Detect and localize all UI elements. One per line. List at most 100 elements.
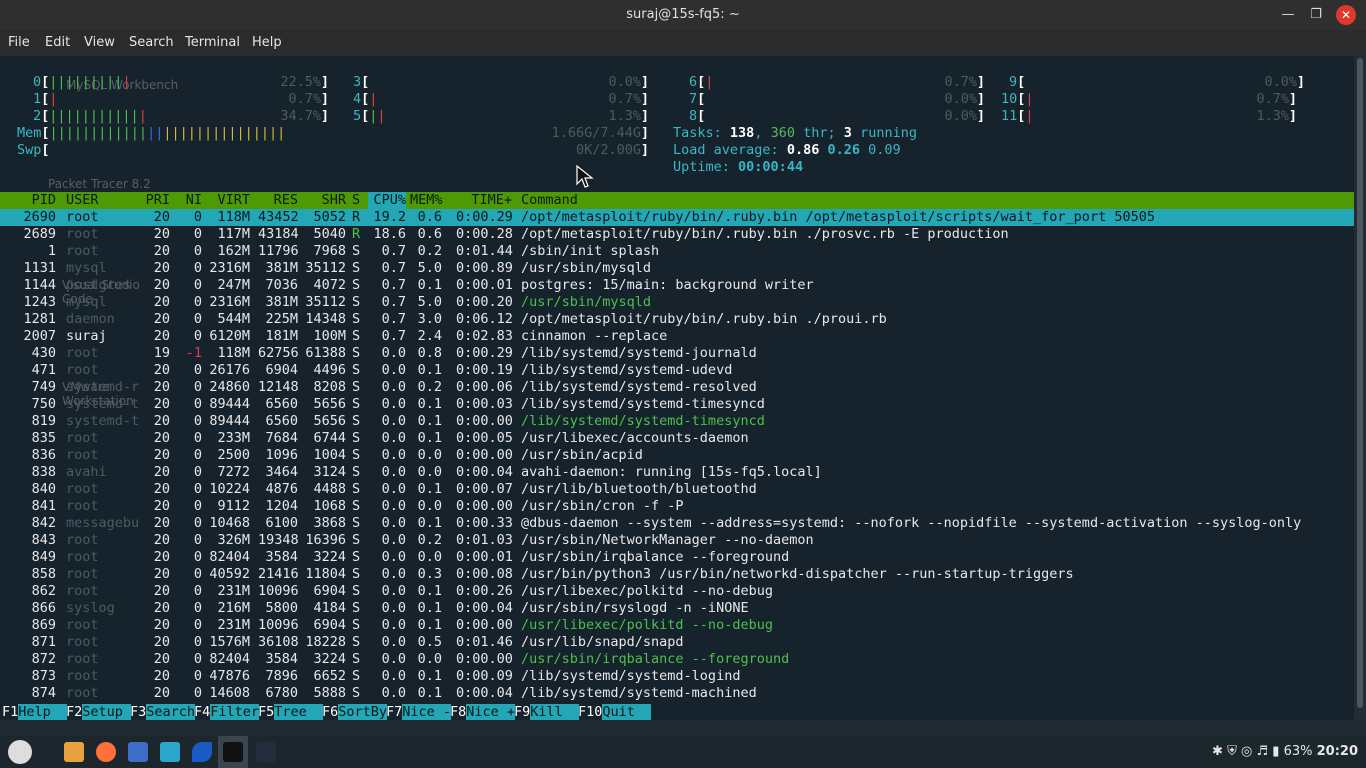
time-cell: 0:00.04 bbox=[456, 464, 513, 480]
time-cell: 0:02.83 bbox=[456, 328, 513, 344]
menu-icon[interactable] bbox=[8, 740, 32, 764]
user-cell: postgres bbox=[66, 277, 132, 293]
state-cell: S bbox=[352, 311, 361, 327]
wireshark-icon[interactable] bbox=[192, 742, 212, 762]
state-cell: S bbox=[352, 566, 361, 582]
close-icon[interactable]: ✕ bbox=[1336, 5, 1356, 25]
battery-icon[interactable]: ▮ bbox=[1272, 744, 1279, 759]
virt-cell: 2316M bbox=[209, 294, 250, 310]
res-cell: 10096 bbox=[258, 583, 299, 599]
scrollbar-thumb[interactable] bbox=[1357, 58, 1363, 708]
pid-cell: 871 bbox=[31, 634, 56, 650]
bar-used: |||||||||||| bbox=[49, 125, 148, 141]
fkey-f5[interactable]: F5Tree bbox=[258, 704, 324, 720]
cpu-percent-cell: 0.0 bbox=[381, 413, 406, 429]
powershell-icon[interactable] bbox=[256, 742, 276, 762]
scrollbar[interactable] bbox=[1354, 56, 1366, 720]
shield-icon[interactable]: ⛨ bbox=[1227, 744, 1237, 759]
fkey-f1[interactable]: F1Help bbox=[2, 704, 68, 720]
menu-view[interactable]: View bbox=[84, 35, 115, 50]
time-cell: 0:00.00 bbox=[456, 498, 513, 514]
clock[interactable]: 20:20 bbox=[1317, 744, 1358, 759]
process-table-header[interactable]: PID USER PRI NI VIRT RES SHR S CPU% MEM% TIME+ Comm… bbox=[0, 192, 1354, 209]
cpu-meter-1: 1[| 0.7%] bbox=[33, 91, 329, 108]
fkey-f8[interactable]: F8Nice + bbox=[450, 704, 516, 720]
shr-cell: 1004 bbox=[313, 447, 346, 463]
bluetooth-icon[interactable]: ✱ bbox=[1212, 744, 1223, 759]
files-icon[interactable] bbox=[64, 742, 84, 762]
cpu-meter-10: 10[| 0.7%] bbox=[1001, 91, 1297, 108]
maximize-icon[interactable]: ❐ bbox=[1306, 5, 1326, 25]
cpu-id: 10 bbox=[1001, 91, 1018, 107]
mem-percent-cell: 0.1 bbox=[417, 668, 442, 684]
volume-icon[interactable]: ♬ bbox=[1256, 744, 1268, 759]
fkey-f7[interactable]: F7Nice - bbox=[386, 704, 452, 720]
zap-icon[interactable] bbox=[160, 742, 180, 762]
fkey-f3[interactable]: F3Search bbox=[130, 704, 196, 720]
menu-terminal[interactable]: Terminal bbox=[185, 35, 240, 50]
shr-cell: 35112 bbox=[305, 260, 346, 276]
pid-cell: 858 bbox=[31, 566, 56, 582]
menu-help[interactable]: Help bbox=[252, 35, 282, 50]
desktop-icon-packet-tracer: Packet Tracer 8.2 bbox=[48, 177, 151, 191]
state-cell: S bbox=[352, 481, 361, 497]
priority-cell: 20 bbox=[153, 379, 170, 395]
shr-cell: 3868 bbox=[313, 515, 346, 531]
command-cell: postgres: 15/main: background writer bbox=[521, 277, 814, 293]
shr-cell: 5888 bbox=[313, 685, 346, 701]
bracket: [ bbox=[697, 91, 706, 107]
state-cell: S bbox=[352, 243, 361, 259]
state-cell: S bbox=[352, 362, 361, 378]
shr-cell: 4072 bbox=[313, 277, 346, 293]
time-cell: 0:00.01 bbox=[456, 549, 513, 565]
priority-cell: 20 bbox=[153, 277, 170, 293]
shr-cell: 4184 bbox=[313, 600, 346, 616]
shr-cell: 4488 bbox=[313, 481, 346, 497]
minimize-icon[interactable]: — bbox=[1278, 5, 1298, 25]
bracket: [ bbox=[361, 74, 370, 90]
nice-cell: 0 bbox=[193, 498, 202, 514]
time-cell: 0:01.46 bbox=[456, 634, 513, 650]
fkey-f10[interactable]: F10Quit bbox=[578, 704, 652, 720]
cpu-percent-cell: 0.7 bbox=[381, 311, 406, 327]
state-cell: R bbox=[352, 226, 361, 242]
priority-cell: 20 bbox=[153, 566, 170, 582]
mem-percent-cell: 0.1 bbox=[417, 481, 442, 497]
fkey-key: F2 bbox=[66, 704, 83, 720]
fkey-f6[interactable]: F6SortBy bbox=[322, 704, 388, 720]
cpu-meter-7: 7[0.0%] bbox=[689, 91, 985, 108]
terminal-taskbar-button[interactable] bbox=[218, 736, 248, 768]
bracket: ] bbox=[640, 91, 649, 107]
time-cell: 0:00.01 bbox=[456, 277, 513, 293]
cpu-percent: 0.0% bbox=[608, 74, 641, 90]
virt-cell: 216M bbox=[217, 600, 250, 616]
mail-icon[interactable] bbox=[128, 742, 148, 762]
res-cell: 7896 bbox=[265, 668, 298, 684]
nice-cell: 0 bbox=[193, 481, 202, 497]
column-user: USER bbox=[66, 192, 99, 208]
command-cell: /usr/sbin/irqbalance --foreground bbox=[521, 549, 790, 565]
time-cell: 0:06.12 bbox=[456, 311, 513, 327]
column-pid: PID bbox=[31, 192, 56, 208]
menu-file[interactable]: File bbox=[8, 35, 30, 50]
shr-cell: 14348 bbox=[305, 311, 346, 327]
state-cell: S bbox=[352, 583, 361, 599]
fkey-f4[interactable]: F4Filter bbox=[194, 704, 260, 720]
menu-search[interactable]: Search bbox=[129, 35, 174, 50]
battery-percent: 63% bbox=[1283, 744, 1313, 759]
cpu-id: 8 bbox=[689, 108, 698, 124]
wifi-icon[interactable]: ◎ bbox=[1241, 744, 1252, 759]
fkey-label: Nice - bbox=[402, 704, 452, 720]
cpu-percent-cell: 0.7 bbox=[381, 260, 406, 276]
fkey-f2[interactable]: F2Setup bbox=[66, 704, 132, 720]
menu-edit[interactable]: Edit bbox=[45, 35, 70, 50]
pid-cell: 1281 bbox=[23, 311, 56, 327]
res-cell: 6780 bbox=[265, 685, 298, 701]
fkey-f9[interactable]: F9Kill bbox=[514, 704, 580, 720]
shr-cell: 8208 bbox=[313, 379, 346, 395]
nice-cell: 0 bbox=[193, 617, 202, 633]
firefox-icon[interactable] bbox=[96, 742, 116, 762]
terminal-area[interactable]: MySQL Workbench Packet Tracer 8.2 Visual… bbox=[0, 56, 1354, 720]
state-cell: S bbox=[352, 413, 361, 429]
command-cell: /usr/bin/python3 /usr/bin/networkd-dispa… bbox=[521, 566, 1074, 582]
